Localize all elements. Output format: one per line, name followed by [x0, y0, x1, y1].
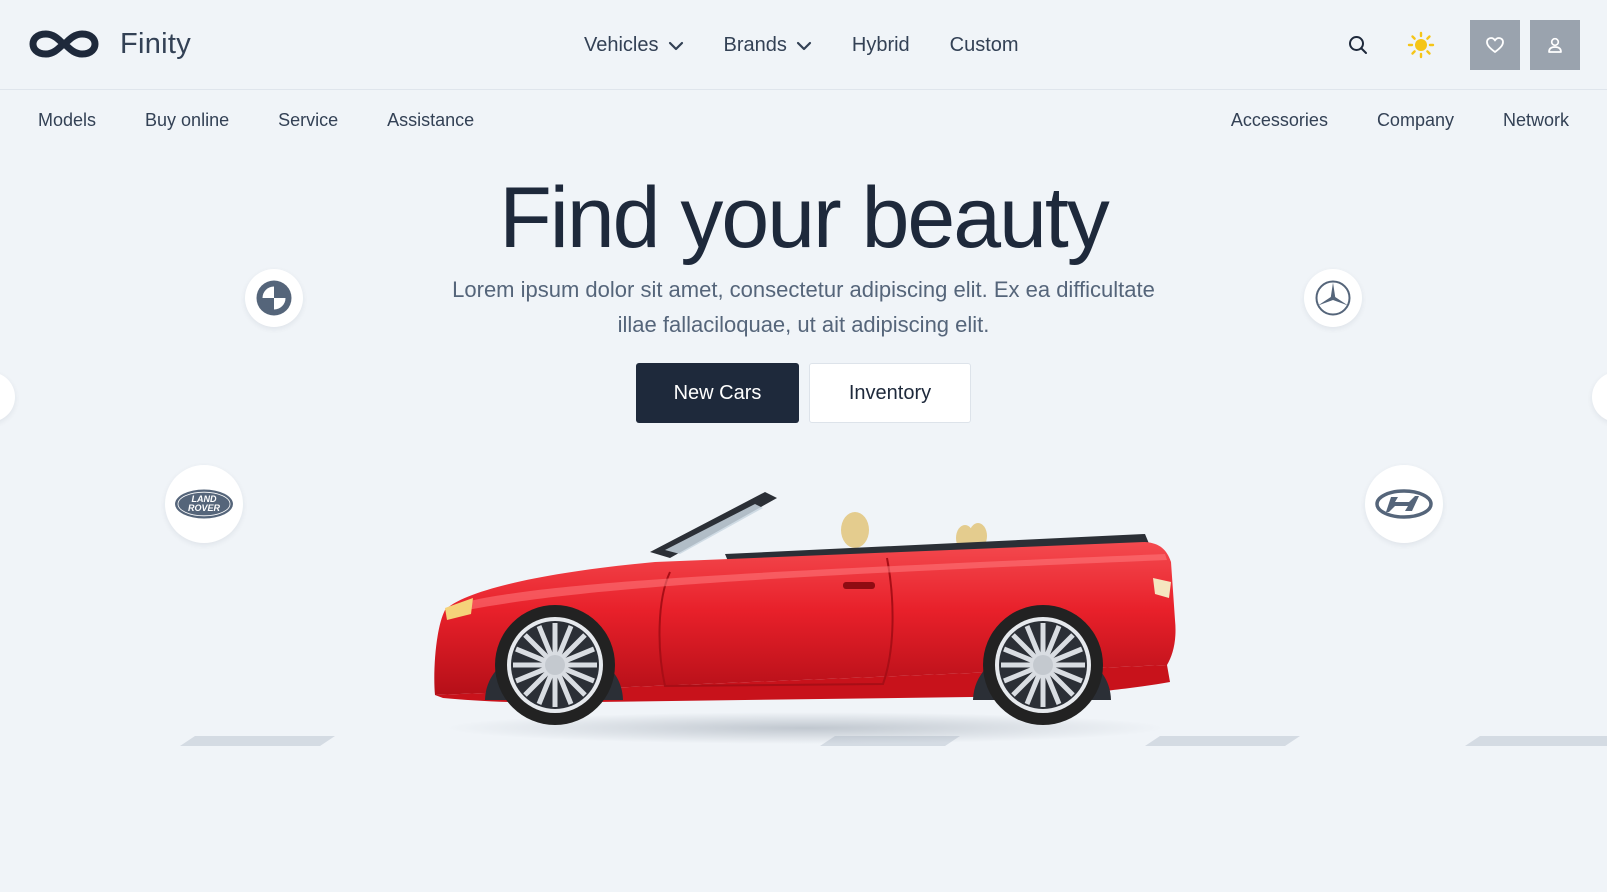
hero-description: Lorem ipsum dolor sit amet, consectetur … [452, 277, 1155, 337]
road-mark [1465, 736, 1607, 746]
inventory-button[interactable]: Inventory [809, 363, 971, 423]
nav-custom[interactable]: Custom [950, 30, 1019, 60]
subnav-models[interactable]: Models [38, 110, 96, 131]
search-icon [1349, 36, 1367, 54]
hyundai-logo-icon [1375, 489, 1433, 519]
brand-badge-hyundai[interactable] [1365, 465, 1443, 543]
nav-vehicles-label: Vehicles [584, 33, 659, 56]
mercedes-logo-icon [1315, 280, 1351, 316]
header-actions [1333, 20, 1580, 70]
nav-vehicles[interactable]: Vehicles [584, 30, 684, 60]
subnav-company[interactable]: Company [1377, 110, 1454, 131]
secondary-nav-right: Accessories Company Network [1182, 110, 1569, 131]
nav-brands-label: Brands [723, 33, 787, 56]
brand-badge-bmw[interactable] [245, 269, 303, 327]
brand-badge-land-rover[interactable]: LAND ROVER [165, 465, 243, 543]
subnav-buy-online[interactable]: Buy online [145, 110, 229, 131]
land-rover-logo-icon: LAND ROVER [175, 489, 233, 519]
heart-icon [1486, 37, 1504, 53]
subnav-network[interactable]: Network [1503, 110, 1569, 131]
subnav-assistance[interactable]: Assistance [387, 110, 474, 131]
search-button[interactable] [1333, 20, 1383, 70]
chevron-down-icon [796, 34, 812, 57]
brand-logo[interactable]: Finity [28, 26, 191, 62]
brand-badge-mercedes[interactable] [1304, 269, 1362, 327]
nav-brands[interactable]: Brands [724, 30, 812, 60]
carousel-edge-left[interactable] [0, 372, 15, 422]
red-convertible-car-image [434, 492, 1176, 744]
favorites-button[interactable] [1470, 20, 1520, 70]
user-icon [1548, 37, 1562, 53]
land-rover-logo-text-2: ROVER [188, 503, 221, 513]
bmw-logo-icon [256, 280, 292, 316]
carousel-edge-right[interactable] [1592, 372, 1607, 422]
account-button[interactable] [1530, 20, 1580, 70]
road-mark [180, 736, 335, 746]
nav-hybrid[interactable]: Hybrid [852, 30, 910, 60]
sun-icon [1407, 31, 1435, 59]
brand-name: Finity [120, 27, 192, 60]
infinity-logo-icon [29, 30, 99, 58]
subnav-accessories[interactable]: Accessories [1231, 110, 1328, 131]
subnav-service[interactable]: Service [278, 110, 338, 131]
nav-hybrid-label: Hybrid [851, 33, 910, 56]
main-nav: Vehicles Brands Hybrid Custom [584, 30, 1059, 60]
new-cars-button[interactable]: New Cars [636, 363, 799, 423]
theme-toggle-button[interactable] [1396, 20, 1446, 70]
nav-custom-label: Custom [949, 33, 1019, 56]
chevron-down-icon [668, 34, 684, 57]
secondary-nav-left: Models Buy online Service Assistance [38, 110, 523, 131]
top-header: Finity Vehicles Brands Hybrid Custom [0, 0, 1607, 90]
hero-title: Find your beauty [499, 170, 1110, 266]
